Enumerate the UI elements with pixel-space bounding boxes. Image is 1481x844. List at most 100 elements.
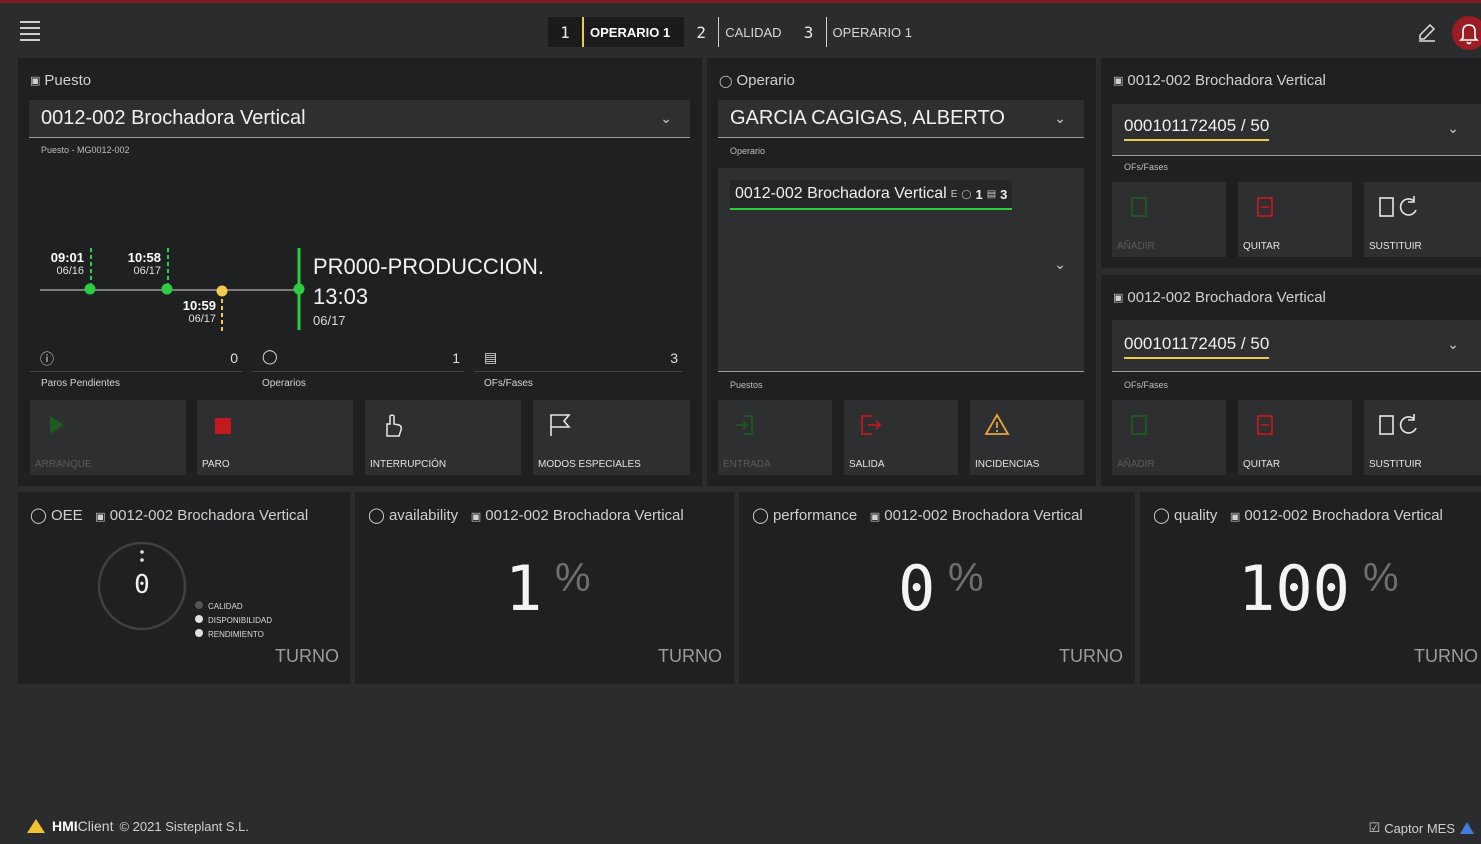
performance-period: TURNO — [1059, 646, 1123, 666]
clipboard-icon: ▤ — [986, 188, 997, 200]
puestos-list[interactable]: 0012-002 Brochadora Vertical E ◯ 1 ▤ 3 ⌄ — [718, 168, 1084, 372]
current-state: PR000-PRODUCCION. — [313, 254, 545, 279]
button-label: PARO — [202, 459, 230, 470]
ofs-sublabel: OFs/Fases — [1124, 162, 1169, 172]
modos-especiales-button[interactable]: MODOS ESPECIALES — [533, 400, 690, 475]
clipboard-remove-icon — [1257, 197, 1273, 217]
footer-brand: HMIClient © 2021 Sisteplant S.L. — [26, 818, 249, 834]
warning-icon — [984, 413, 1010, 435]
timeline-time: 10:59 — [182, 298, 216, 313]
chevron-down-icon: ⌄ — [1054, 110, 1066, 126]
anadir-button[interactable]: AÑADIR — [1112, 400, 1226, 475]
counter-label: OFs/Fases — [484, 378, 533, 389]
edit-icon[interactable] — [1416, 21, 1438, 43]
timeline-point — [216, 285, 228, 297]
button-label: SALIDA — [849, 459, 885, 470]
checkbox-icon: ☑ — [1368, 820, 1381, 835]
paro-button[interactable]: PARO — [197, 400, 353, 475]
button-label: AÑADIR — [1117, 459, 1155, 470]
gauge-icon: ◯ — [752, 507, 769, 524]
gauge-icon: ◯ — [1153, 507, 1170, 524]
grid-icon: ▣ — [869, 511, 881, 523]
oee-title: ◯ OEE ▣ 0012-002 Brochadora Vertical — [30, 507, 309, 524]
quitar-button[interactable]: QUITAR — [1238, 182, 1352, 257]
grid-icon: ▣ — [95, 511, 106, 523]
chevron-down-icon: ⌄ — [1447, 336, 1459, 352]
user-icon: ◯ — [961, 188, 972, 199]
incidencias-button[interactable]: INCIDENCIAS — [970, 400, 1084, 475]
interrupcion-button[interactable]: INTERRUPCIÓN — [365, 400, 521, 475]
operario-sublabel: Operario — [730, 146, 766, 156]
current-state-date: 06/17 — [313, 313, 346, 328]
enter-icon — [736, 415, 753, 435]
clipboard-swap-icon — [1379, 196, 1417, 217]
timeline-point — [84, 283, 96, 295]
availability-unit: % — [555, 556, 591, 600]
clipboard-remove-icon — [1257, 415, 1273, 435]
session-tabs: 1 OPERARIO 1 2 CALIDAD 3 OPERARIO 1 — [548, 17, 922, 47]
operario-select[interactable]: GARCIA CAGIGAS, ALBERTO ⌄ — [718, 100, 1084, 138]
tab-2[interactable]: 2 CALIDAD — [684, 17, 791, 47]
counter-operarios: ◯ 1 — [252, 348, 464, 372]
tab-1[interactable]: 1 OPERARIO 1 — [548, 17, 685, 47]
legend-dot — [195, 629, 203, 637]
footer-product: ☑ Captor MES — [1369, 820, 1475, 836]
chevron-down-icon[interactable]: ⌄ — [1054, 256, 1066, 273]
salida-button[interactable]: SALIDA — [844, 400, 958, 475]
flag-icon — [550, 414, 571, 436]
clipboard-add-icon — [1131, 415, 1147, 435]
button-label: AÑADIR — [1117, 241, 1155, 252]
puesto-title: ▣ Puesto — [30, 72, 92, 89]
button-label: SUSTITUIR — [1369, 459, 1422, 470]
counter-value: 0 — [230, 350, 238, 366]
legend-item: RENDIMIENTO — [195, 628, 272, 642]
top-bar: 1 OPERARIO 1 2 CALIDAD 3 OPERARIO 1 — [0, 0, 1481, 57]
legend-dot — [195, 601, 203, 609]
menu-icon[interactable] — [20, 21, 40, 41]
tab-3[interactable]: 3 OPERARIO 1 — [792, 17, 922, 47]
entrada-button[interactable]: ENTRADA — [718, 400, 832, 475]
performance-value: 0 — [898, 552, 936, 625]
puesto-select[interactable]: 0012-002 Brochadora Vertical ⌄ — [29, 100, 690, 138]
counter-value: 1 — [452, 350, 460, 366]
current-state-time: 13:03 — [313, 284, 369, 309]
chip-label: 0012-002 Brochadora Vertical — [735, 185, 947, 202]
timeline-date: 06/16 — [56, 265, 84, 277]
of-select[interactable]: 000101172405 / 50 ⌄ — [1112, 320, 1481, 372]
logo-icon — [27, 819, 45, 833]
clipboard-swap-icon — [1379, 414, 1417, 435]
puesto-sublabel: Puesto - MG0012-002 — [41, 145, 130, 155]
timeline-label: 10:59 06/17 — [176, 298, 216, 325]
timeline-label: 10:58 06/17 — [121, 250, 161, 277]
tab-label: OPERARIO 1 — [825, 17, 922, 47]
of-select[interactable]: 000101172405 / 50 ⌄ — [1112, 104, 1481, 156]
grid-icon: ▣ — [470, 511, 482, 523]
sustituir-button[interactable]: SUSTITUIR — [1364, 400, 1481, 475]
tab-label: OPERARIO 1 — [582, 17, 685, 47]
puesto-chip[interactable]: 0012-002 Brochadora Vertical E ◯ 1 ▤ 3 — [730, 180, 1013, 210]
performance-unit: % — [948, 556, 984, 600]
sustituir-button[interactable]: SUSTITUIR — [1364, 182, 1481, 257]
ofs-panel-title: ▣ 0012-002 Brochadora Vertical — [1113, 72, 1326, 89]
grid-icon: ▣ — [1113, 75, 1124, 87]
gauge-icon: ◯ — [30, 507, 47, 524]
grid-icon: ▣ — [1229, 511, 1241, 523]
button-label: SUSTITUIR — [1369, 241, 1422, 252]
arranque-button[interactable]: ARRANQUE — [30, 400, 186, 475]
tab-label: CALIDAD — [718, 17, 791, 47]
gauge-icon: ◯ — [368, 507, 385, 524]
operario-select-value: GARCIA CAGIGAS, ALBERTO — [730, 107, 1005, 129]
timeline-point — [161, 283, 173, 295]
anadir-button[interactable]: AÑADIR — [1112, 182, 1226, 257]
of-select-value: 000101172405 / 50 — [1124, 116, 1270, 141]
availability-period: TURNO — [658, 646, 722, 666]
legend-item: DISPONIBILIDAD — [195, 614, 272, 628]
quitar-button[interactable]: QUITAR — [1238, 400, 1352, 475]
quality-period: TURNO — [1414, 646, 1478, 666]
counter-paros: ⓘ 0 — [30, 348, 242, 372]
quality-title: ◯ quality ▣ 0012-002 Brochadora Vertical — [1153, 507, 1443, 524]
puesto-select-value: 0012-002 Brochadora Vertical — [41, 107, 306, 129]
chip-e: E — [950, 188, 958, 200]
notifications-button[interactable] — [1452, 16, 1481, 50]
user-icon: ◯ — [719, 73, 733, 88]
